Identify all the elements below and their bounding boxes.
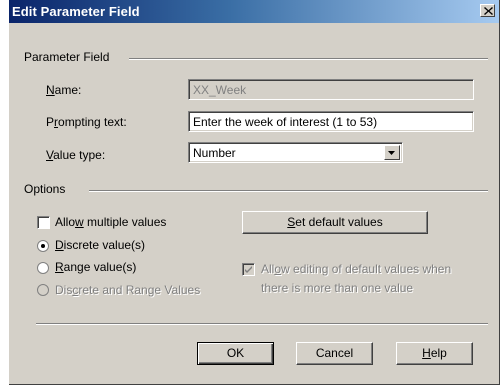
checkmark-icon bbox=[245, 266, 252, 273]
discrete-values-label[interactable]: Discrete value(s) bbox=[55, 238, 145, 252]
value-type-selected: Number bbox=[193, 146, 236, 160]
close-button[interactable] bbox=[480, 4, 495, 17]
parameter-field-group-label: Parameter Field bbox=[24, 50, 110, 64]
allow-editing-defaults-checkbox bbox=[242, 263, 255, 276]
range-values-label[interactable]: Range value(s) bbox=[55, 260, 136, 274]
edit-parameter-dialog: Edit Parameter Field Parameter Field Nam… bbox=[9, 0, 500, 385]
value-type-label: Value type: bbox=[46, 148, 106, 162]
name-field: XX_Week bbox=[188, 79, 474, 100]
set-default-values-button[interactable]: Set default values bbox=[242, 211, 428, 234]
parameter-field-group-line bbox=[129, 58, 488, 60]
allow-multiple-values-checkbox[interactable] bbox=[37, 216, 50, 229]
allow-multiple-values-label[interactable]: Allow multiple values bbox=[55, 215, 166, 229]
discrete-values-radio[interactable] bbox=[37, 240, 49, 252]
help-button[interactable]: Help bbox=[396, 342, 473, 365]
allow-editing-defaults-label-line2: there is more than one value bbox=[261, 281, 414, 295]
close-icon bbox=[484, 7, 493, 15]
window-title: Edit Parameter Field bbox=[12, 4, 140, 19]
cancel-button[interactable]: Cancel bbox=[296, 342, 373, 365]
title-bar[interactable]: Edit Parameter Field bbox=[9, 0, 499, 23]
discrete-and-range-radio bbox=[37, 284, 49, 296]
options-group-label: Options bbox=[24, 182, 66, 196]
value-type-dropdown-button[interactable] bbox=[384, 145, 400, 160]
prompting-text-input[interactable]: Enter the week of interest (1 to 53) bbox=[188, 111, 474, 132]
name-label: Name: bbox=[46, 83, 82, 97]
value-type-select[interactable]: Number bbox=[188, 142, 403, 163]
allow-editing-defaults-label-line1: Allow editing of default values when bbox=[261, 262, 452, 276]
ok-button[interactable]: OK bbox=[197, 342, 274, 365]
prompting-text-label: Prompting text: bbox=[46, 115, 127, 129]
chevron-down-icon bbox=[388, 151, 395, 155]
radio-selected-dot bbox=[41, 244, 45, 248]
range-values-radio[interactable] bbox=[37, 262, 49, 274]
options-group-line bbox=[89, 190, 488, 192]
discrete-and-range-label: Discrete and Range Values bbox=[55, 283, 201, 297]
button-separator bbox=[36, 323, 488, 325]
